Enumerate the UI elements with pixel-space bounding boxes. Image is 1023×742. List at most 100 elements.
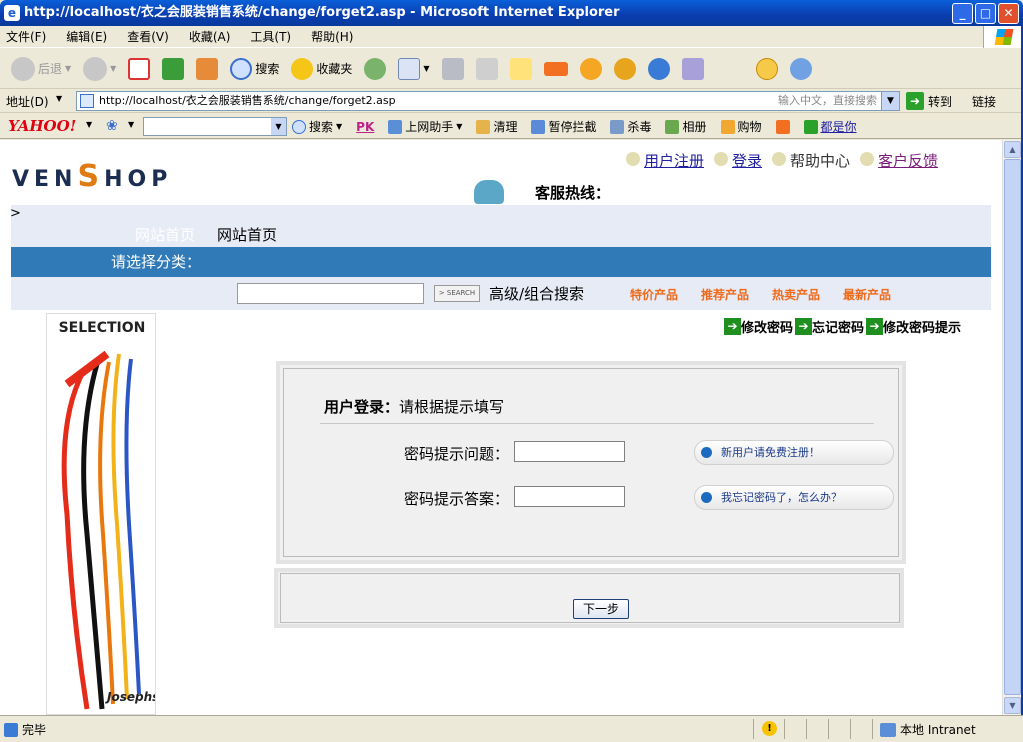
address-bar: 地址(D) ▼ http://localhost/衣之会服装销售系统/chang… — [0, 89, 1023, 113]
home-button[interactable] — [193, 54, 221, 84]
intranet-icon — [880, 722, 896, 737]
menu-file[interactable]: 文件(F) — [6, 28, 46, 45]
question-input[interactable] — [514, 441, 625, 462]
chevron-right-icon: > — [10, 206, 21, 221]
next-step-button[interactable]: 下一步 — [573, 599, 629, 619]
category-recommended[interactable]: 推荐产品 — [701, 286, 749, 303]
printer-icon — [441, 57, 464, 80]
yahoo-album-button[interactable]: 相册 — [665, 118, 707, 135]
menu-bar: 文件(F) 编辑(E) 查看(V) 收藏(A) 工具(T) 帮助(H) — [0, 26, 1023, 48]
menu-view[interactable]: 查看(V) — [127, 28, 169, 45]
help-center-link[interactable]: 帮助中心 — [790, 152, 850, 170]
back-arrow-icon — [11, 56, 35, 81]
assistant-icon — [388, 119, 403, 134]
yahoo-rss-button[interactable] — [775, 119, 790, 134]
nav-home-ghost[interactable]: 网站首页 — [135, 224, 195, 245]
site-search-button[interactable]: > SEARCH — [434, 285, 480, 302]
eyewear-banner[interactable]: SELECTION Josephson — [46, 313, 156, 715]
window-title: http://localhost/衣之会服装销售系统/change/forget… — [24, 5, 620, 20]
change-password-link[interactable]: ➔ 修改密码 — [724, 317, 793, 336]
print-button[interactable] — [439, 54, 467, 84]
change-password-hint-link[interactable]: ➔ 修改密码提示 — [866, 317, 961, 336]
yahoo-assistant-button[interactable]: 上网助手 ▼ — [388, 118, 462, 135]
close-button[interactable]: ✕ — [998, 3, 1019, 24]
category-new[interactable]: 最新产品 — [843, 286, 891, 303]
forgot-password-link[interactable]: ➔ 忘记密码 — [795, 317, 864, 336]
xml-button[interactable] — [541, 54, 571, 84]
mail-icon — [398, 57, 421, 80]
yahoo-logo[interactable]: YAHOO! — [8, 117, 76, 135]
smiley-button[interactable] — [753, 54, 781, 84]
category-special[interactable]: 特价产品 — [630, 286, 678, 303]
yahoo-pk-button[interactable]: PK — [356, 120, 374, 134]
yahoo-search-input[interactable]: ▼ — [143, 117, 287, 136]
back-button[interactable]: 后退 ▼ — [8, 54, 74, 84]
stop-button[interactable] — [125, 54, 153, 84]
category-hot[interactable]: 热卖产品 — [772, 286, 820, 303]
edit-button[interactable] — [473, 54, 501, 84]
scroll-up-button[interactable]: ▲ — [1004, 141, 1021, 158]
scroll-down-button[interactable]: ▼ — [1004, 697, 1021, 714]
login-link[interactable]: 登录 — [732, 152, 762, 170]
yahoo-search-button[interactable]: 搜索 ▼ — [292, 118, 342, 135]
go-button[interactable]: ➜ 转到 — [906, 92, 952, 110]
menu-help[interactable]: 帮助(H) — [311, 28, 353, 45]
globe-button[interactable] — [645, 54, 673, 84]
site-search-input[interactable] — [237, 283, 424, 304]
nav-home-link[interactable]: 网站首页 — [217, 224, 277, 245]
phone-icon — [474, 180, 504, 204]
yahoo-all-you-button[interactable]: 都是你 — [803, 118, 857, 135]
yahoo-antivirus-button[interactable]: 杀毒 — [610, 118, 651, 135]
money-button[interactable] — [611, 54, 639, 84]
eyeglass-arms-image — [61, 350, 141, 710]
messenger-button[interactable] — [577, 54, 605, 84]
address-label: 地址(D) — [6, 95, 49, 109]
forward-button[interactable]: ▼ — [80, 54, 119, 84]
star-icon — [291, 57, 314, 80]
feedback-link[interactable]: 客户反馈 — [878, 152, 938, 170]
history-icon — [364, 57, 387, 80]
power-icon — [803, 119, 818, 134]
search-button[interactable]: 搜索 — [227, 54, 282, 84]
flower-icon[interactable]: ❀ — [106, 118, 118, 134]
info-circle-icon — [714, 152, 729, 166]
research-button[interactable] — [679, 54, 707, 84]
site-logo[interactable]: VENSHOP — [12, 159, 172, 194]
yahoo-shopping-button[interactable]: 购物 — [720, 118, 762, 135]
advanced-search-link[interactable]: 高级/组合搜索 — [489, 283, 584, 304]
links-button[interactable]: 链接 — [972, 93, 996, 110]
yahoo-clean-button[interactable]: 清理 — [476, 118, 517, 135]
mail-button[interactable]: ▼ — [395, 54, 432, 84]
green-arrow-icon: ➔ — [795, 318, 813, 335]
free-register-button[interactable]: 新用户请免费注册！ — [694, 440, 894, 465]
magnifier-icon — [292, 119, 306, 134]
rss-icon — [775, 119, 790, 134]
banner-title: SELECTION — [58, 320, 146, 336]
hotline-label: 客服热线： — [535, 184, 611, 202]
minimize-button[interactable]: _ — [952, 3, 973, 24]
status-done: 完毕 — [4, 721, 46, 738]
scroll-thumb[interactable] — [1004, 159, 1021, 695]
vertical-scrollbar[interactable]: ▲ ▼ — [1002, 140, 1021, 715]
refresh-button[interactable] — [159, 54, 187, 84]
help-circle-icon — [772, 152, 787, 166]
answer-input[interactable] — [514, 486, 625, 507]
green-arrow-icon: ➔ — [724, 318, 741, 335]
register-link[interactable]: 用户注册 — [644, 152, 704, 170]
menu-favorites[interactable]: 收藏(A) — [189, 28, 231, 45]
contacts-button[interactable] — [787, 54, 815, 84]
warning-icon[interactable]: ! — [762, 721, 777, 736]
history-button[interactable] — [361, 54, 389, 84]
notes-button[interactable] — [507, 54, 535, 84]
broom-icon — [476, 119, 491, 134]
address-input[interactable]: http://localhost/衣之会服装销售系统/change/forget… — [76, 91, 900, 111]
maximize-button[interactable]: □ — [975, 3, 996, 24]
address-dropdown[interactable]: ▼ — [881, 92, 899, 110]
menu-tools[interactable]: 工具(T) — [250, 28, 291, 45]
favorites-button[interactable]: 收藏夹 — [288, 54, 355, 84]
menu-edit[interactable]: 编辑(E) — [66, 28, 107, 45]
page-viewport: VENSHOP 用户注册 登录 帮助中心 客户反馈 客服热线： > 网站首页 网… — [0, 140, 1002, 715]
stop-icon — [128, 57, 151, 80]
forgot-password-help-button[interactable]: 我忘记密码了，怎么办？ — [694, 485, 894, 510]
yahoo-popup-block-button[interactable]: 暂停拦截 — [531, 118, 596, 135]
